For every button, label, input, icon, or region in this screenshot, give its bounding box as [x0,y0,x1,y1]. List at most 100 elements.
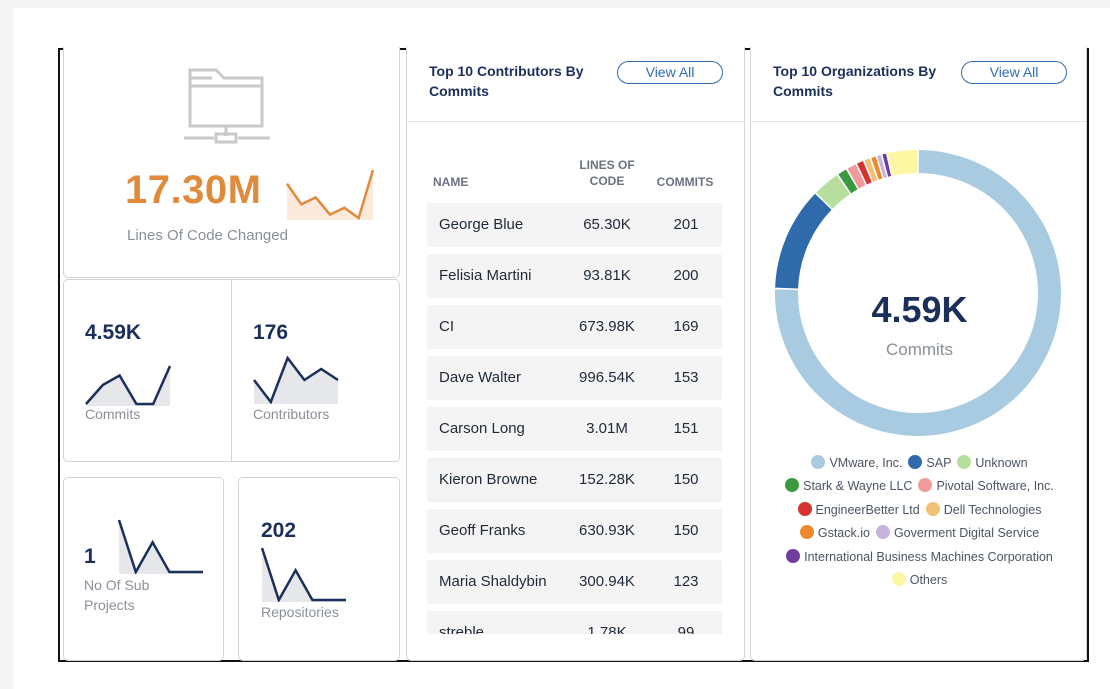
subprojects-value: 1 [84,545,96,568]
column-header-lines-of-code-line2: CODE [589,174,625,188]
contributor-commits: 169 [673,318,699,335]
repositories-label: Repositories [261,604,339,620]
top-organizations-card: Top 10 Organizations By Commits View All… [750,47,1087,661]
legend-row: International Business Machines Corporat… [751,546,1086,569]
organizations-view-all-button[interactable]: View All [961,61,1067,84]
legend-label: SAP [926,456,952,470]
legend-item[interactable]: EngineerBetter Ltd [797,499,920,522]
legend-label: Stark & Wayne LLC [803,479,913,494]
legend-item[interactable]: SAP [908,452,951,475]
commits-contributors-card: 4.59K Commits 176 Contributors [63,279,400,462]
card-header: Top 10 Organizations By Commits View All [751,47,1086,122]
card-header: Top 10 Contributors By Commits View All [407,47,744,122]
legend-swatch [918,478,933,493]
repositories-card: 202 Repositories [238,477,400,661]
contributors-table-body[interactable]: George Blue 65.30K 201 Felisia Martini 93.81… [427,203,722,634]
page: 17.30M Lines Of Code Changed 4.59K Commi… [13,8,1110,689]
legend-label: Dell Technologies [943,502,1042,517]
table-row[interactable]: Maria Shaldybin 300.94K 123 [427,560,722,604]
legend-swatch [957,455,972,469]
legend-row: VMware, Inc. SAP Unknown [751,452,1086,475]
top-organizations-title: Top 10 Organizations By Commits [773,63,937,99]
contributors-value: 176 [253,321,289,344]
contributor-name: Dave Walter [439,369,521,386]
subprojects-card: 1 No Of Sub Projects [63,477,224,661]
folder-network-icon [184,68,270,144]
contributor-lines-of-code: 93.81K [583,267,631,284]
legend-item[interactable]: Dell Technologies [925,499,1042,522]
lines-of-code-label: Lines Of Code Changed [127,227,288,244]
legend-label: Goverment Digital Service [893,526,1040,541]
legend-swatch [786,548,801,563]
legend-label: International Business Machines Corporat… [804,549,1053,564]
contributor-commits: 150 [673,471,699,488]
sparkline-area [119,520,203,574]
contributor-lines-of-code: 152.28K [579,471,635,488]
legend-row: Gstack.io Goverment Digital Service [751,522,1086,545]
legend-item[interactable]: Others [891,569,948,592]
contributor-name: CI [439,318,454,335]
subprojects-sparkline [118,519,203,574]
commits-label: Commits [85,406,141,422]
legend-item[interactable]: Stark & Wayne LLC [785,475,912,498]
table-row[interactable]: Dave Walter 996.54K 153 [427,356,722,400]
contributors-label: Contributors [253,406,330,422]
contributor-commits: 123 [673,573,699,590]
contributor-name: Felisia Martini [439,267,532,284]
subprojects-label-line1: No Of Sub [84,577,150,593]
lines-of-code-value: 17.30M [125,168,262,212]
contributor-name: George Blue [439,216,524,233]
commits-sparkline [85,365,171,406]
column-header-lines-of-code-line1: LINES OF [579,158,635,172]
legend-item[interactable]: VMware, Inc. [811,452,902,475]
legend-swatch [811,455,826,469]
top-contributors-title: Top 10 Contributors By Commits [429,63,584,99]
table-row[interactable]: Kieron Browne 152.28K 150 [427,458,722,502]
legend-item[interactable]: Unknown [957,452,1028,475]
legend-label: EngineerBetter Ltd [815,502,920,517]
top-contributors-card: Top 10 Contributors By Commits View All … [406,47,745,661]
contributor-commits: 150 [673,522,699,539]
contributor-lines-of-code: 300.94K [579,573,635,590]
contributor-name: Carson Long [439,420,525,437]
contributor-commits: 153 [673,369,699,386]
contributor-commits: 201 [673,216,699,233]
repositories-value: 202 [261,519,297,542]
contributor-lines-of-code: 65.30K [583,216,631,233]
legend-swatch [799,525,814,540]
legend-label: VMware, Inc. [829,456,903,470]
column-header-lines-of-code: LINES OF CODE [567,157,647,189]
contributors-view-all-button[interactable]: View All [617,61,723,84]
legend-item[interactable]: Pivotal Software, Inc. [918,475,1054,498]
table-row[interactable]: Carson Long 3.01M 151 [427,407,722,451]
donut-center-label: Commits [885,340,954,359]
legend-row: EngineerBetter Ltd Dell Technologies [751,499,1086,522]
contributor-name: Maria Shaldybin [439,573,547,590]
table-row[interactable]: streble 1.78K 99 [427,611,722,634]
contributor-name: streble [439,624,485,634]
contributor-name: Kieron Browne [439,471,538,488]
legend-label: Gstack.io [817,526,870,541]
subprojects-label-line2: Projects [84,597,135,613]
legend-item[interactable]: Goverment Digital Service [875,522,1040,545]
legend-swatch [925,501,940,516]
donut-slice[interactable] [887,150,918,176]
contributor-lines-of-code: 673.98K [579,318,635,335]
donut-slice[interactable] [775,193,832,289]
table-row[interactable]: George Blue 65.30K 201 [427,203,722,247]
legend-row: Stark & Wayne LLC Pivotal Software, Inc. [751,475,1086,498]
legend-item[interactable]: International Business Machines Corporat… [786,546,1053,569]
organizations-legend: VMware, Inc. SAP Unknown Stark & Wayne LLC P… [751,452,1086,592]
table-row[interactable]: Geoff Franks 630.93K 150 [427,509,722,553]
table-row[interactable]: Felisia Martini 93.81K 200 [427,254,722,298]
repositories-sparkline [261,547,346,602]
lines-of-code-sparkline [286,169,374,220]
legend-label: Others [909,572,948,587]
legend-swatch [785,478,800,493]
contributor-name: Geoff Franks [439,522,526,539]
lines-of-code-card: 17.30M Lines Of Code Changed [63,47,400,278]
legend-item[interactable]: Gstack.io [799,522,870,545]
table-row[interactable]: CI 673.98K 169 [427,305,722,349]
contributors-sparkline [253,356,339,404]
contributor-commits: 200 [673,267,699,284]
